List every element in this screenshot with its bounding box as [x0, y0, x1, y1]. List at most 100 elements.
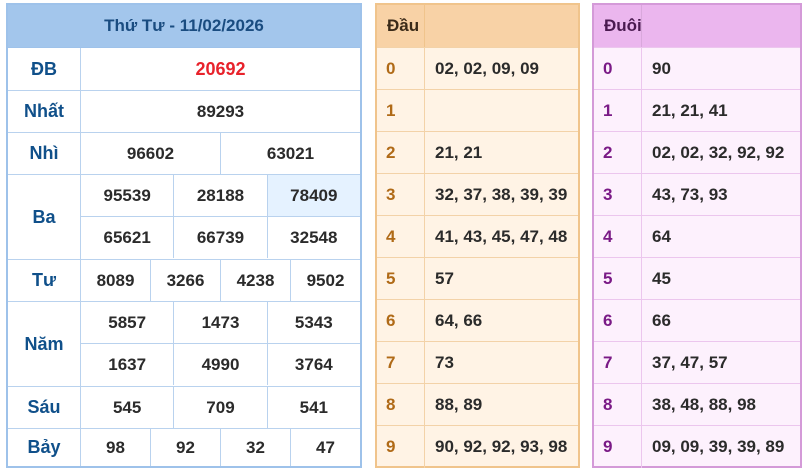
dau-row: 1	[377, 89, 578, 132]
prize-label: Nhất	[8, 91, 81, 132]
dau-row: 7 73	[377, 341, 578, 384]
duoi-row: 9 09, 09, 39, 39, 89	[594, 425, 800, 468]
prize-label: Bảy	[8, 429, 81, 466]
prize-label: Nhì	[8, 133, 81, 174]
prize-label: Tư	[8, 260, 81, 301]
prize-number: 66739	[174, 217, 268, 258]
prize-row-sixth: Sáu 545 709 541	[8, 387, 360, 429]
dau-values: 32, 37, 38, 39, 39	[435, 185, 568, 204]
dau-values: 41, 43, 45, 47, 48	[435, 227, 568, 246]
duoi-values: 90	[652, 59, 671, 78]
prize-number: 47	[316, 437, 335, 457]
duoi-key: 1	[594, 90, 642, 132]
duoi-table: Đuôi 0 90 1 21, 21, 41 2 02, 02, 32, 92, 92…	[592, 3, 802, 468]
dau-key: 5	[377, 258, 425, 300]
duoi-values: 45	[652, 269, 671, 288]
duoi-values: 66	[652, 311, 671, 330]
dau-values: 88, 89	[435, 395, 483, 414]
dau-values: 02, 02, 09, 09	[435, 59, 539, 78]
dau-values: 57	[435, 269, 454, 288]
prize-number: 541	[299, 397, 328, 417]
duoi-key: 6	[594, 300, 642, 342]
dau-values: 90, 92, 92, 93, 98	[435, 437, 568, 456]
dau-values: 21, 21	[435, 143, 483, 162]
dau-row: 6 64, 66	[377, 299, 578, 342]
duoi-values: 43, 73, 93	[652, 185, 728, 204]
duoi-row: 7 37, 47, 57	[594, 341, 800, 384]
dau-header: Đầu	[377, 5, 425, 47]
duoi-key: 9	[594, 426, 642, 468]
prize-number: 32	[221, 429, 291, 466]
dau-row: 8 88, 89	[377, 383, 578, 426]
prize-row-second: Nhì 96602 63021	[8, 133, 360, 175]
duoi-key: 8	[594, 384, 642, 426]
dau-row: 5 57	[377, 257, 578, 300]
duoi-row: 4 64	[594, 215, 800, 258]
duoi-key: 3	[594, 174, 642, 216]
dau-row: 0 02, 02, 09, 09	[377, 47, 578, 90]
prize-row-special: ĐB 20692	[8, 48, 360, 91]
prize-number: 92	[151, 429, 221, 466]
prize-number: 1637	[81, 344, 175, 385]
prize-row-fifth: Năm 5857 1473 5343 1637 4990 3764	[8, 302, 360, 387]
dau-key: 8	[377, 384, 425, 426]
prize-number: 65621	[81, 217, 175, 258]
prize-number: 8089	[81, 260, 151, 301]
prize-number: 20692	[195, 58, 246, 79]
prize-number-highlighted: 78409	[267, 175, 360, 216]
duoi-row: 2 02, 02, 32, 92, 92	[594, 131, 800, 174]
prize-number: 3266	[151, 260, 221, 301]
duoi-key: 4	[594, 216, 642, 258]
duoi-values: 38, 48, 88, 98	[652, 395, 756, 414]
duoi-row: 5 45	[594, 257, 800, 300]
dau-values	[425, 90, 578, 132]
prize-row-third: Ba 95539 28188 78409 65621 66739 32548	[8, 175, 360, 260]
duoi-row: 1 21, 21, 41	[594, 89, 800, 132]
prize-label: Năm	[8, 302, 81, 386]
duoi-values: 21, 21, 41	[652, 101, 728, 120]
duoi-values: 09, 09, 39, 39, 89	[652, 437, 785, 456]
dau-key: 3	[377, 174, 425, 216]
duoi-row: 6 66	[594, 299, 800, 342]
duoi-key: 0	[594, 48, 642, 90]
dau-key: 6	[377, 300, 425, 342]
duoi-key: 2	[594, 132, 642, 174]
prize-number: 3764	[294, 354, 333, 374]
dau-key: 4	[377, 216, 425, 258]
duoi-row: 8 38, 48, 88, 98	[594, 383, 800, 426]
prize-number: 5857	[81, 302, 175, 343]
results-table: Thứ Tư - 11/02/2026 ĐB 20692 Nhất 89293 …	[6, 3, 362, 468]
dau-row: 3 32, 37, 38, 39, 39	[377, 173, 578, 216]
duoi-values: 02, 02, 32, 92, 92	[652, 143, 785, 162]
duoi-row: 0 90	[594, 47, 800, 90]
dau-values: 64, 66	[435, 311, 483, 330]
dau-row: 2 21, 21	[377, 131, 578, 174]
prize-number: 63021	[266, 143, 315, 163]
prize-number: 1473	[174, 302, 268, 343]
dau-header-row: Đầu	[377, 5, 578, 47]
dau-key: 1	[377, 90, 425, 132]
dau-row: 9 90, 92, 92, 93, 98	[377, 425, 578, 468]
duoi-key: 7	[594, 342, 642, 384]
prize-number: 28188	[174, 175, 268, 216]
results-date-title: Thứ Tư - 11/02/2026	[8, 5, 360, 48]
duoi-key: 5	[594, 258, 642, 300]
prize-number: 4238	[221, 260, 291, 301]
prize-number: 95539	[81, 175, 175, 216]
dau-key: 0	[377, 48, 425, 90]
duoi-values: 37, 47, 57	[652, 353, 728, 372]
dau-table: Đầu 0 02, 02, 09, 09 1 2 21, 21 3 32, 37, 3…	[375, 3, 580, 468]
dau-key: 9	[377, 426, 425, 468]
prize-number: 709	[174, 387, 268, 428]
prize-row-fourth: Tư 8089 3266 4238 9502	[8, 260, 360, 302]
dau-key: 2	[377, 132, 425, 174]
duoi-values: 64	[652, 227, 671, 246]
prize-row-seventh: Bảy 98 92 32 47	[8, 429, 360, 466]
prize-number: 545	[81, 387, 175, 428]
prize-number: 96602	[81, 133, 221, 174]
prize-label: ĐB	[8, 48, 81, 90]
prize-label: Ba	[8, 175, 81, 259]
prize-number: 32548	[290, 227, 338, 247]
dau-values: 73	[435, 353, 454, 372]
duoi-header-row: Đuôi	[594, 5, 800, 47]
